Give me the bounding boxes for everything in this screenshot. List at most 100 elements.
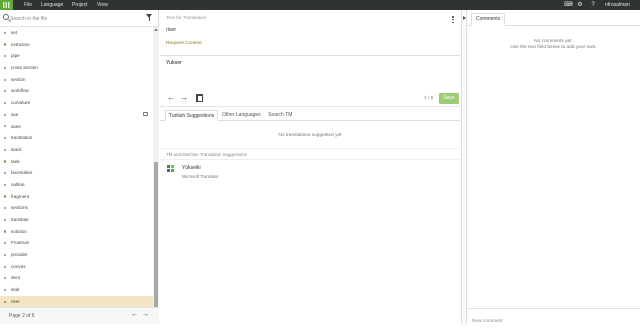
gear-icon[interactable]: ⚙ [577, 2, 583, 8]
source-label: Text for Translation [166, 16, 207, 21]
scroll-up-icon[interactable] [154, 28, 158, 31]
keyboard-icon[interactable]: ⌨ [564, 2, 573, 8]
no-suggestions-text: No translations suggested yet [278, 133, 342, 138]
status-dot-icon [4, 218, 7, 221]
list-item-label: pipe [11, 53, 20, 59]
list-item[interactable]: outline [0, 179, 153, 191]
editor-toolbar: ← → 1 / 6 Save [160, 91, 460, 107]
status-dot-icon [4, 31, 7, 34]
list-item-label: solution [11, 228, 27, 234]
menu-language[interactable]: Language [41, 1, 63, 9]
status-dot-icon [4, 288, 7, 292]
status-dot-icon [4, 148, 7, 151]
list-scrollbar[interactable] [153, 27, 159, 317]
next-page-button[interactable]: → [142, 311, 149, 319]
list-item[interactable]: cross section [0, 62, 153, 74]
next-string-icon[interactable]: → [180, 93, 188, 103]
chevron-right-icon[interactable] [463, 16, 466, 20]
status-dot-icon [4, 253, 7, 257]
list-item[interactable]: pipe [0, 50, 153, 62]
string-list: set extrusion pipe cross section section work… [0, 27, 153, 317]
list-item[interactable]: translate [0, 214, 153, 226]
scrollbar-thumb[interactable] [154, 162, 158, 310]
list-item[interactable]: Frustrum [0, 237, 153, 249]
list-item-label: riser [11, 298, 20, 304]
copy-source-icon[interactable] [196, 94, 203, 102]
status-dot-icon [4, 136, 7, 140]
status-dot-icon [4, 113, 7, 116]
divider [160, 159, 460, 160]
status-dot-icon [4, 300, 7, 303]
list-item[interactable]: solution [0, 226, 153, 238]
menu-project[interactable]: Project [72, 1, 88, 9]
list-item[interactable]: workflow [0, 85, 153, 97]
pagination: Page 2 of 6 ← → [0, 307, 159, 324]
tm-suggestion-text[interactable]: Yükselki [182, 165, 201, 171]
list-item-label: set [11, 30, 18, 35]
list-item-label: axe [11, 111, 19, 117]
list-item[interactable]: translation [0, 132, 153, 144]
string-list-panel: set extrusion pipe cross section section work… [0, 10, 159, 324]
more-options-icon[interactable] [452, 16, 454, 24]
list-item-label: Frustrum [11, 240, 30, 246]
previous-string-icon[interactable]: ← [167, 93, 175, 103]
tm-suggestion-source: Microsoft Translator [182, 174, 219, 179]
list-item[interactable]: set [0, 27, 153, 39]
list-item[interactable]: riser [0, 295, 153, 308]
suggestion-tabs: Turkish Suggestions Other Languages Sear… [160, 108, 460, 121]
list-item[interactable]: facemaker [0, 167, 153, 179]
translation-editor [160, 56, 460, 91]
status-dot-icon [4, 55, 7, 58]
list-item-label: curvature [11, 100, 31, 106]
help-icon[interactable]: ? [590, 2, 596, 8]
search-bar [0, 10, 159, 27]
menu-view[interactable]: View [97, 1, 108, 9]
filter-icon[interactable] [146, 14, 153, 21]
tab-turkish-suggestions[interactable]: Turkish Suggestions [165, 110, 219, 121]
list-item[interactable]: extrusion [0, 39, 153, 51]
status-dot-icon [4, 230, 7, 233]
list-item-label: facemaker [11, 170, 33, 176]
status-dot-icon [4, 207, 7, 210]
list-item[interactable]: sections [0, 202, 153, 214]
list-item-label: sections [11, 205, 28, 211]
list-item-label: tank [11, 158, 20, 164]
list-item-label: provider [11, 252, 28, 258]
list-item[interactable]: provider [0, 249, 153, 261]
list-item-label: dent [11, 275, 20, 281]
character-count: 1 / 6 [424, 96, 434, 101]
list-item[interactable]: section [0, 74, 153, 86]
status-dot-icon [4, 242, 7, 245]
list-item[interactable]: tank [0, 156, 153, 168]
list-item[interactable]: stack [0, 144, 153, 156]
microsoft-translator-icon [167, 165, 175, 173]
list-item-label: translate [11, 217, 29, 222]
comments-tabs: Comments [467, 10, 640, 26]
status-dot-icon [4, 195, 7, 198]
list-item[interactable]: axe [0, 109, 153, 121]
list-item-label: axes [11, 123, 21, 129]
status-dot-icon [4, 277, 7, 280]
search-input[interactable] [10, 13, 130, 24]
menu-file[interactable]: File [24, 1, 32, 9]
list-item[interactable]: fragment [0, 191, 153, 203]
status-dot-icon [4, 78, 7, 81]
list-item-label: translation [11, 135, 33, 141]
list-item[interactable]: axes [0, 121, 153, 133]
app-logo-icon[interactable] [0, 0, 13, 10]
list-item[interactable]: slab [0, 284, 153, 296]
tab-other-languages[interactable]: Other Languages [219, 110, 264, 121]
user-menu[interactable]: nfrosalman [605, 1, 630, 9]
prev-page-button[interactable]: ← [131, 311, 138, 319]
status-dot-icon [4, 66, 7, 70]
list-item[interactable]: curvature [0, 97, 153, 109]
save-button[interactable]: Save [439, 93, 459, 104]
request-context-link[interactable]: Request Context [166, 41, 202, 46]
new-comment-input[interactable] [467, 314, 640, 329]
list-item[interactable]: dent [0, 272, 153, 284]
tab-comments[interactable]: Comments [471, 13, 506, 26]
translation-input[interactable] [160, 56, 460, 91]
status-dot-icon [4, 125, 7, 128]
tab-search-tm[interactable]: Search TM [265, 110, 295, 121]
list-item[interactable]: convex [0, 261, 153, 273]
